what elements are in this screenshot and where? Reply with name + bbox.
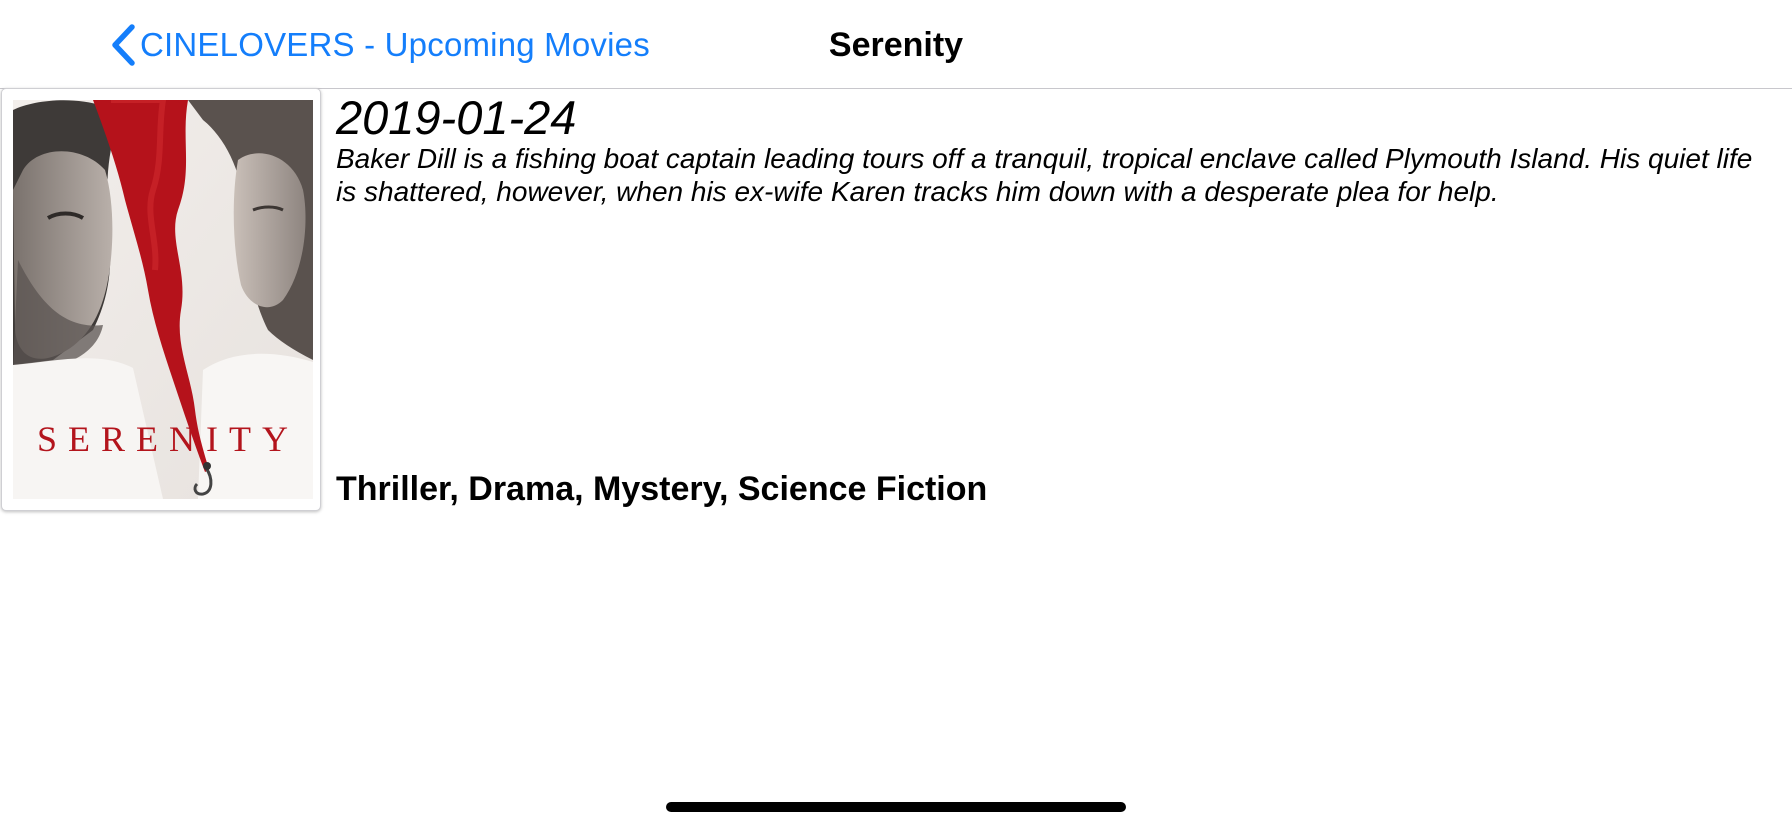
movie-detail-screen: CINELOVERS - Upcoming Movies Serenity SE… (0, 0, 1792, 828)
poster-title-text: SERENITY (37, 419, 299, 459)
home-indicator[interactable] (666, 802, 1126, 812)
movie-overview: Baker Dill is a fishing boat captain lea… (336, 143, 1753, 207)
chevron-left-icon (110, 23, 140, 67)
movie-poster: SERENITY (13, 100, 313, 499)
navigation-bar: CINELOVERS - Upcoming Movies Serenity (0, 0, 1792, 89)
movie-genres: Thriller, Drama, Mystery, Science Fictio… (336, 470, 988, 508)
back-button-label: CINELOVERS - Upcoming Movies (140, 26, 650, 63)
release-date: 2019-01-24 (336, 91, 577, 144)
movie-poster-frame[interactable]: SERENITY (1, 88, 321, 511)
back-button[interactable]: CINELOVERS - Upcoming Movies (110, 22, 650, 68)
